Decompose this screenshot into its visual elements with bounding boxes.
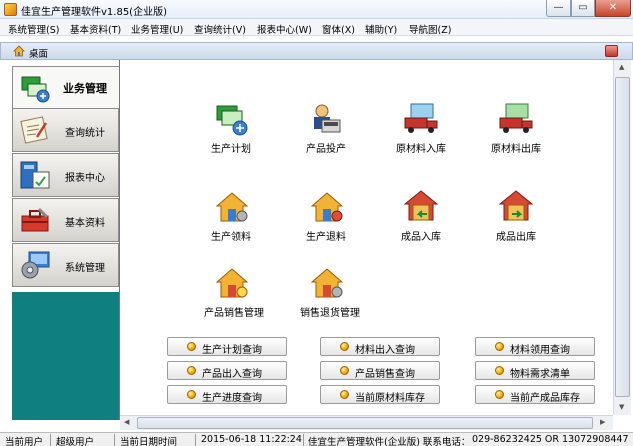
left-navbar: 业务管理 查询统计 报表中心 基本资料 系统管理 — [0, 60, 120, 420]
production-plan-icon[interactable] — [213, 102, 249, 136]
vertical-scroll-thumb[interactable] — [615, 77, 630, 397]
desktop-icon — [13, 45, 25, 57]
status-separator — [50, 434, 51, 446]
nav-system[interactable]: 系统管理 — [12, 243, 119, 287]
scroll-up-icon[interactable]: ▲ — [619, 63, 624, 71]
title-bar: 佳宜生产管理软件v1.85(企业版) — ▭ ✕ — [0, 0, 633, 19]
query-material-usage-button[interactable]: 材料领用查询 — [475, 337, 595, 356]
query-material-io-button[interactable]: 材料出入查询 — [320, 337, 440, 356]
menu-report[interactable]: 报表中心(W) — [257, 22, 312, 36]
app-icon — [4, 3, 17, 16]
nav-business-label: 业务管理 — [63, 82, 107, 95]
finished-product-stock-button[interactable]: 当前产成品库存 — [475, 385, 595, 404]
bullet-icon — [495, 342, 504, 351]
business-panel: 生产计划 产品投产 原材料入库 原材料出库 生产领料 生产退料 成品入库 成品出… — [120, 60, 613, 415]
module-label[interactable]: 生产退料 — [285, 228, 367, 243]
status-date-value: 2015-06-18 11:22:24 — [201, 434, 302, 445]
warehouse-out-icon[interactable] — [498, 189, 534, 223]
module-label[interactable]: 成品出库 — [473, 228, 559, 243]
module-label[interactable]: 成品入库 — [379, 228, 463, 243]
nav-system-label: 系统管理 — [65, 263, 105, 274]
scroll-left-icon[interactable]: ◀ — [124, 418, 129, 426]
status-user-label: 当前用户 — [5, 437, 44, 446]
module-label[interactable]: 产品销售管理 — [190, 304, 278, 319]
nav-query[interactable]: 查询统计 — [12, 108, 119, 152]
menu-query[interactable]: 查询统计(V) — [194, 22, 246, 36]
bullet-icon — [187, 342, 196, 351]
status-separator — [195, 434, 196, 446]
nav-report[interactable]: 报表中心 — [12, 153, 119, 197]
settings-icon — [21, 251, 50, 279]
status-date-label: 当前日期时间 — [120, 437, 178, 446]
scroll-right-icon[interactable]: ▶ — [600, 418, 605, 426]
horizontal-scrollbar[interactable]: ◀ ▶ — [120, 415, 613, 430]
status-bar: 当前用户 超级用户 当前日期时间 2015-06-18 11:22:24 佳宜生… — [0, 432, 633, 446]
query-production-plan-button[interactable]: 生产计划查询 — [167, 337, 287, 356]
desktop-close-button[interactable] — [605, 45, 618, 57]
sales-icon[interactable] — [214, 266, 250, 300]
horizontal-scroll-thumb[interactable] — [137, 417, 593, 429]
module-label[interactable]: 销售退货管理 — [285, 304, 375, 319]
menu-window[interactable]: 窗体(X) — [322, 22, 355, 36]
business-icon — [21, 76, 50, 103]
product-launch-icon[interactable] — [308, 102, 344, 136]
module-label[interactable]: 生产领料 — [190, 228, 272, 243]
bullet-icon — [495, 390, 504, 399]
menu-assist[interactable]: 辅助(Y) — [365, 22, 397, 36]
nav-query-label: 查询统计 — [65, 128, 105, 139]
window-title: 佳宜生产管理软件v1.85(企业版) — [21, 7, 167, 18]
query-icon — [20, 116, 48, 144]
menu-business[interactable]: 业务管理(U) — [131, 22, 183, 36]
nav-basic-data-label: 基本资料 — [65, 218, 105, 229]
truck-out-icon[interactable] — [498, 102, 534, 136]
navbar-fill — [12, 292, 119, 420]
query-product-sales-button[interactable]: 产品销售查询 — [320, 361, 440, 380]
nav-report-label: 报表中心 — [65, 173, 105, 184]
house-return-icon[interactable] — [309, 190, 345, 224]
menu-navigation[interactable]: 导航图(Z) — [409, 22, 451, 36]
report-icon — [20, 161, 50, 189]
menu-bar: 系统管理(S) 基本资料(T) 业务管理(U) 查询统计(V) 报表中心(W) … — [0, 19, 633, 36]
close-button[interactable]: ✕ — [595, 0, 631, 17]
sales-return-icon[interactable] — [309, 266, 345, 300]
bullet-icon — [187, 366, 196, 375]
nav-basic-data[interactable]: 基本资料 — [12, 198, 119, 242]
toolbox-icon — [21, 207, 49, 232]
truck-in-icon[interactable] — [403, 102, 439, 136]
query-product-io-button[interactable]: 产品出入查询 — [167, 361, 287, 380]
status-separator — [303, 434, 304, 446]
module-label[interactable]: 生产计划 — [190, 140, 272, 155]
bullet-icon — [495, 366, 504, 375]
bullet-icon — [340, 390, 349, 399]
module-label[interactable]: 原材料入库 — [379, 140, 463, 155]
nav-business[interactable]: 业务管理 — [12, 66, 119, 110]
material-requirements-button[interactable]: 物料需求清单 — [475, 361, 595, 380]
bullet-icon — [187, 390, 196, 399]
module-label[interactable]: 产品投产 — [285, 140, 367, 155]
warehouse-in-icon[interactable] — [403, 189, 439, 223]
vertical-scrollbar[interactable]: ▲ ▼ — [613, 60, 631, 415]
query-production-progress-button[interactable]: 生产进度查询 — [167, 385, 287, 404]
minimize-button[interactable]: — — [546, 0, 571, 17]
menu-basic-data[interactable]: 基本资料(T) — [70, 22, 121, 36]
module-label[interactable]: 原材料出库 — [473, 140, 559, 155]
bullet-icon — [340, 342, 349, 351]
desktop-title: 桌面 — [29, 49, 49, 60]
status-separator — [114, 434, 115, 446]
menu-system[interactable]: 系统管理(S) — [8, 22, 59, 36]
house-in-icon[interactable] — [214, 190, 250, 224]
status-user-value: 超级用户 — [56, 437, 95, 446]
raw-material-stock-button[interactable]: 当前原材料库存 — [320, 385, 440, 404]
maximize-button[interactable]: ▭ — [571, 0, 595, 17]
status-company: 佳宜生产管理软件(企业版) 联系电话： — [308, 437, 471, 446]
bullet-icon — [340, 366, 349, 375]
status-phone: 029-86232425 OR 13072908447 — [472, 434, 629, 445]
desktop-caption: 桌面 — [0, 42, 633, 60]
scroll-down-icon[interactable]: ▼ — [619, 403, 624, 411]
